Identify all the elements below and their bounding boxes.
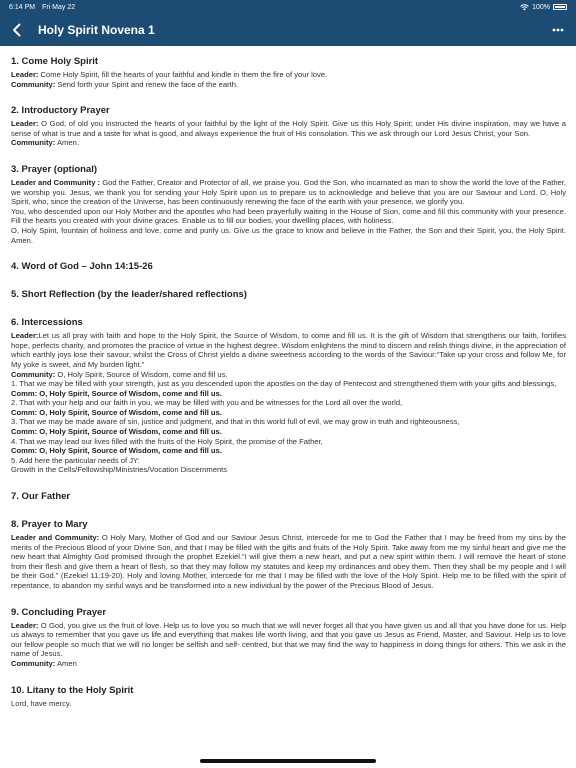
status-time: 6:14 PM <box>9 3 36 11</box>
speaker-label: Leader: <box>11 70 39 79</box>
prayer-line: Comm: O, Holy Spirit, Source of Wisdom, … <box>11 427 566 437</box>
more-horizontal-icon <box>552 28 564 32</box>
prayer-text: 1. That we may be filled with your stren… <box>11 379 557 389</box>
speaker-label: Leader: <box>11 119 39 129</box>
section-title: 2. Introductory Prayer <box>11 105 110 117</box>
prayer-section: 7. Our Father <box>11 490 566 503</box>
prayer-text: Amen <box>55 658 77 668</box>
prayer-line: Leader: Come Holy Spirit, fill the heart… <box>11 70 566 80</box>
speaker-label: Community: <box>11 79 56 89</box>
novena-content[interactable]: 1. Come Holy Spirit Leader: Come Holy Spi… <box>0 46 576 768</box>
status-right: 100% <box>520 4 567 11</box>
prayer-section: 6. Intercessions Leader:Let us all pray w… <box>11 316 566 475</box>
prayer-section: 5. Short Reflection (by the leader/share… <box>11 288 566 301</box>
prayer-text: O, Holy Spirit, fountain of holiness and… <box>11 225 566 245</box>
prayer-line: 3. That we may be made aware of sin, jus… <box>11 417 566 427</box>
prayer-line: Comm: O, Holy Spirit, Source of Wisdom, … <box>11 389 566 399</box>
prayer-text: Let us all pray with faith and hope to t… <box>11 331 566 369</box>
section-title: 1. Come Holy Spirit <box>11 56 99 67</box>
speaker-label: Comm: O, Holy Spirit, Source of Wisdom, … <box>11 446 222 456</box>
prayer-text: O, Holy Spirit, Source of Wisdom, come a… <box>55 369 228 379</box>
prayer-line: Leader and Community: O Holy Mary, Mothe… <box>11 533 566 591</box>
speaker-label: Community: <box>11 369 56 379</box>
status-date: Fri May 22 <box>42 3 76 11</box>
speaker-label: Comm: O, Holy Spirit, Source of Wisdom, … <box>11 427 222 437</box>
battery-percent: 100% <box>532 3 550 11</box>
prayer-line: 1. That we may be filled with your stren… <box>11 379 566 389</box>
prayer-section: 3. Prayer (optional) Leader and Community… <box>11 163 566 245</box>
prayer-section: 2. Introductory Prayer Leader: O God, of … <box>11 104 566 148</box>
prayer-line: 5. Add here the particular needs of JY: <box>11 456 566 466</box>
prayer-text: 4. That we may lead our lives filled wit… <box>11 436 323 446</box>
section-title: 3. Prayer (optional) <box>11 163 98 175</box>
speaker-label: Community: <box>11 138 56 148</box>
prayer-text: Come Holy Spirit, fill the hearts of you… <box>38 70 328 79</box>
section-title: 7. Our Father <box>11 491 71 503</box>
navigation-bar: Holy Spirit Novena 1 <box>0 14 576 46</box>
back-button[interactable] <box>2 14 32 46</box>
battery-icon <box>553 4 567 10</box>
prayer-line: 2. That with your help and our faith in … <box>11 398 566 408</box>
prayer-line: Community: Amen <box>11 659 566 669</box>
section-title: 10. Litany to the Holy Spirit <box>11 684 134 696</box>
page-title: Holy Spirit Novena 1 <box>38 23 155 37</box>
section-title: 5. Short Reflection (by the leader/share… <box>11 289 247 301</box>
prayer-text: Growth in the Cells/Fellowship/Ministrie… <box>11 465 228 475</box>
prayer-text: Amen. <box>55 138 79 148</box>
prayer-line: Leader: O God, you give us the fruit of … <box>11 621 566 659</box>
prayer-line: Lord, have mercy. <box>11 699 566 709</box>
prayer-text: O God, of old you instructed the hearts … <box>11 119 566 138</box>
prayer-line: Community: Send forth your Spirit and re… <box>11 80 566 90</box>
prayer-text: Lord, have mercy. <box>11 698 72 708</box>
prayer-text: 2. That with your help and our faith in … <box>11 398 403 408</box>
speaker-label: Leader: <box>11 331 39 341</box>
home-indicator <box>200 759 376 763</box>
prayer-line: O, Holy Spirit, fountain of holiness and… <box>11 226 566 245</box>
speaker-label: Comm: O, Holy Spirit, Source of Wisdom, … <box>11 388 222 398</box>
prayer-section: 10. Litany to the Holy Spirit Lord, have … <box>11 684 566 709</box>
prayer-line: Community: Amen. <box>11 138 566 148</box>
prayer-line: Leader: O God, of old you instructed the… <box>11 119 566 138</box>
prayer-text: You, who descended upon our Holy Mother … <box>11 206 566 226</box>
speaker-label: Leader and Community: <box>11 533 100 543</box>
prayer-text: 5. Add here the particular needs of JY: <box>11 455 140 465</box>
prayer-line: Comm: O, Holy Spirit, Source of Wisdom, … <box>11 408 566 418</box>
status-bar: 6:14 PM Fri May 22 100% <box>0 0 576 14</box>
prayer-line: Leader and Community : God the Father, C… <box>11 178 566 207</box>
speaker-label: Comm: O, Holy Spirit, Source of Wisdom, … <box>11 407 222 417</box>
prayer-line: You, who descended upon our Holy Mother … <box>11 207 566 226</box>
chevron-left-icon <box>13 23 21 37</box>
prayer-section: 1. Come Holy Spirit Leader: Come Holy Spi… <box>11 55 566 89</box>
wifi-icon <box>520 3 529 10</box>
speaker-label: Leader and Community : <box>11 177 101 187</box>
prayer-line: Growth in the Cells/Fellowship/Ministrie… <box>11 465 566 475</box>
prayer-text: 3. That we may be made aware of sin, jus… <box>11 417 460 427</box>
prayer-section: 9. Concluding Prayer Leader: O God, you g… <box>11 606 566 669</box>
prayer-section: 4. Word of God – John 14:15-26 <box>11 260 566 273</box>
section-title: 6. Intercessions <box>11 317 83 329</box>
prayer-line: Comm: O, Holy Spirit, Source of Wisdom, … <box>11 446 566 456</box>
section-title: 4. Word of God – John 14:15-26 <box>11 261 153 273</box>
prayer-section: 8. Prayer to Mary Leader and Community: O… <box>11 518 566 591</box>
speaker-label: Leader: <box>11 620 39 630</box>
prayer-line: Community: O, Holy Spirit, Source of Wis… <box>11 370 566 380</box>
prayer-line: Leader:Let us all pray with faith and ho… <box>11 331 566 369</box>
prayer-text: Send forth your Spirit and renew the fac… <box>55 79 239 89</box>
prayer-line: 4. That we may lead our lives filled wit… <box>11 437 566 447</box>
speaker-label: Community: <box>11 658 56 668</box>
more-options-button[interactable] <box>548 14 568 46</box>
section-title: 8. Prayer to Mary <box>11 519 88 531</box>
section-title: 9. Concluding Prayer <box>11 606 107 618</box>
prayer-text: O God, you give us the fruit of love. He… <box>11 620 566 659</box>
